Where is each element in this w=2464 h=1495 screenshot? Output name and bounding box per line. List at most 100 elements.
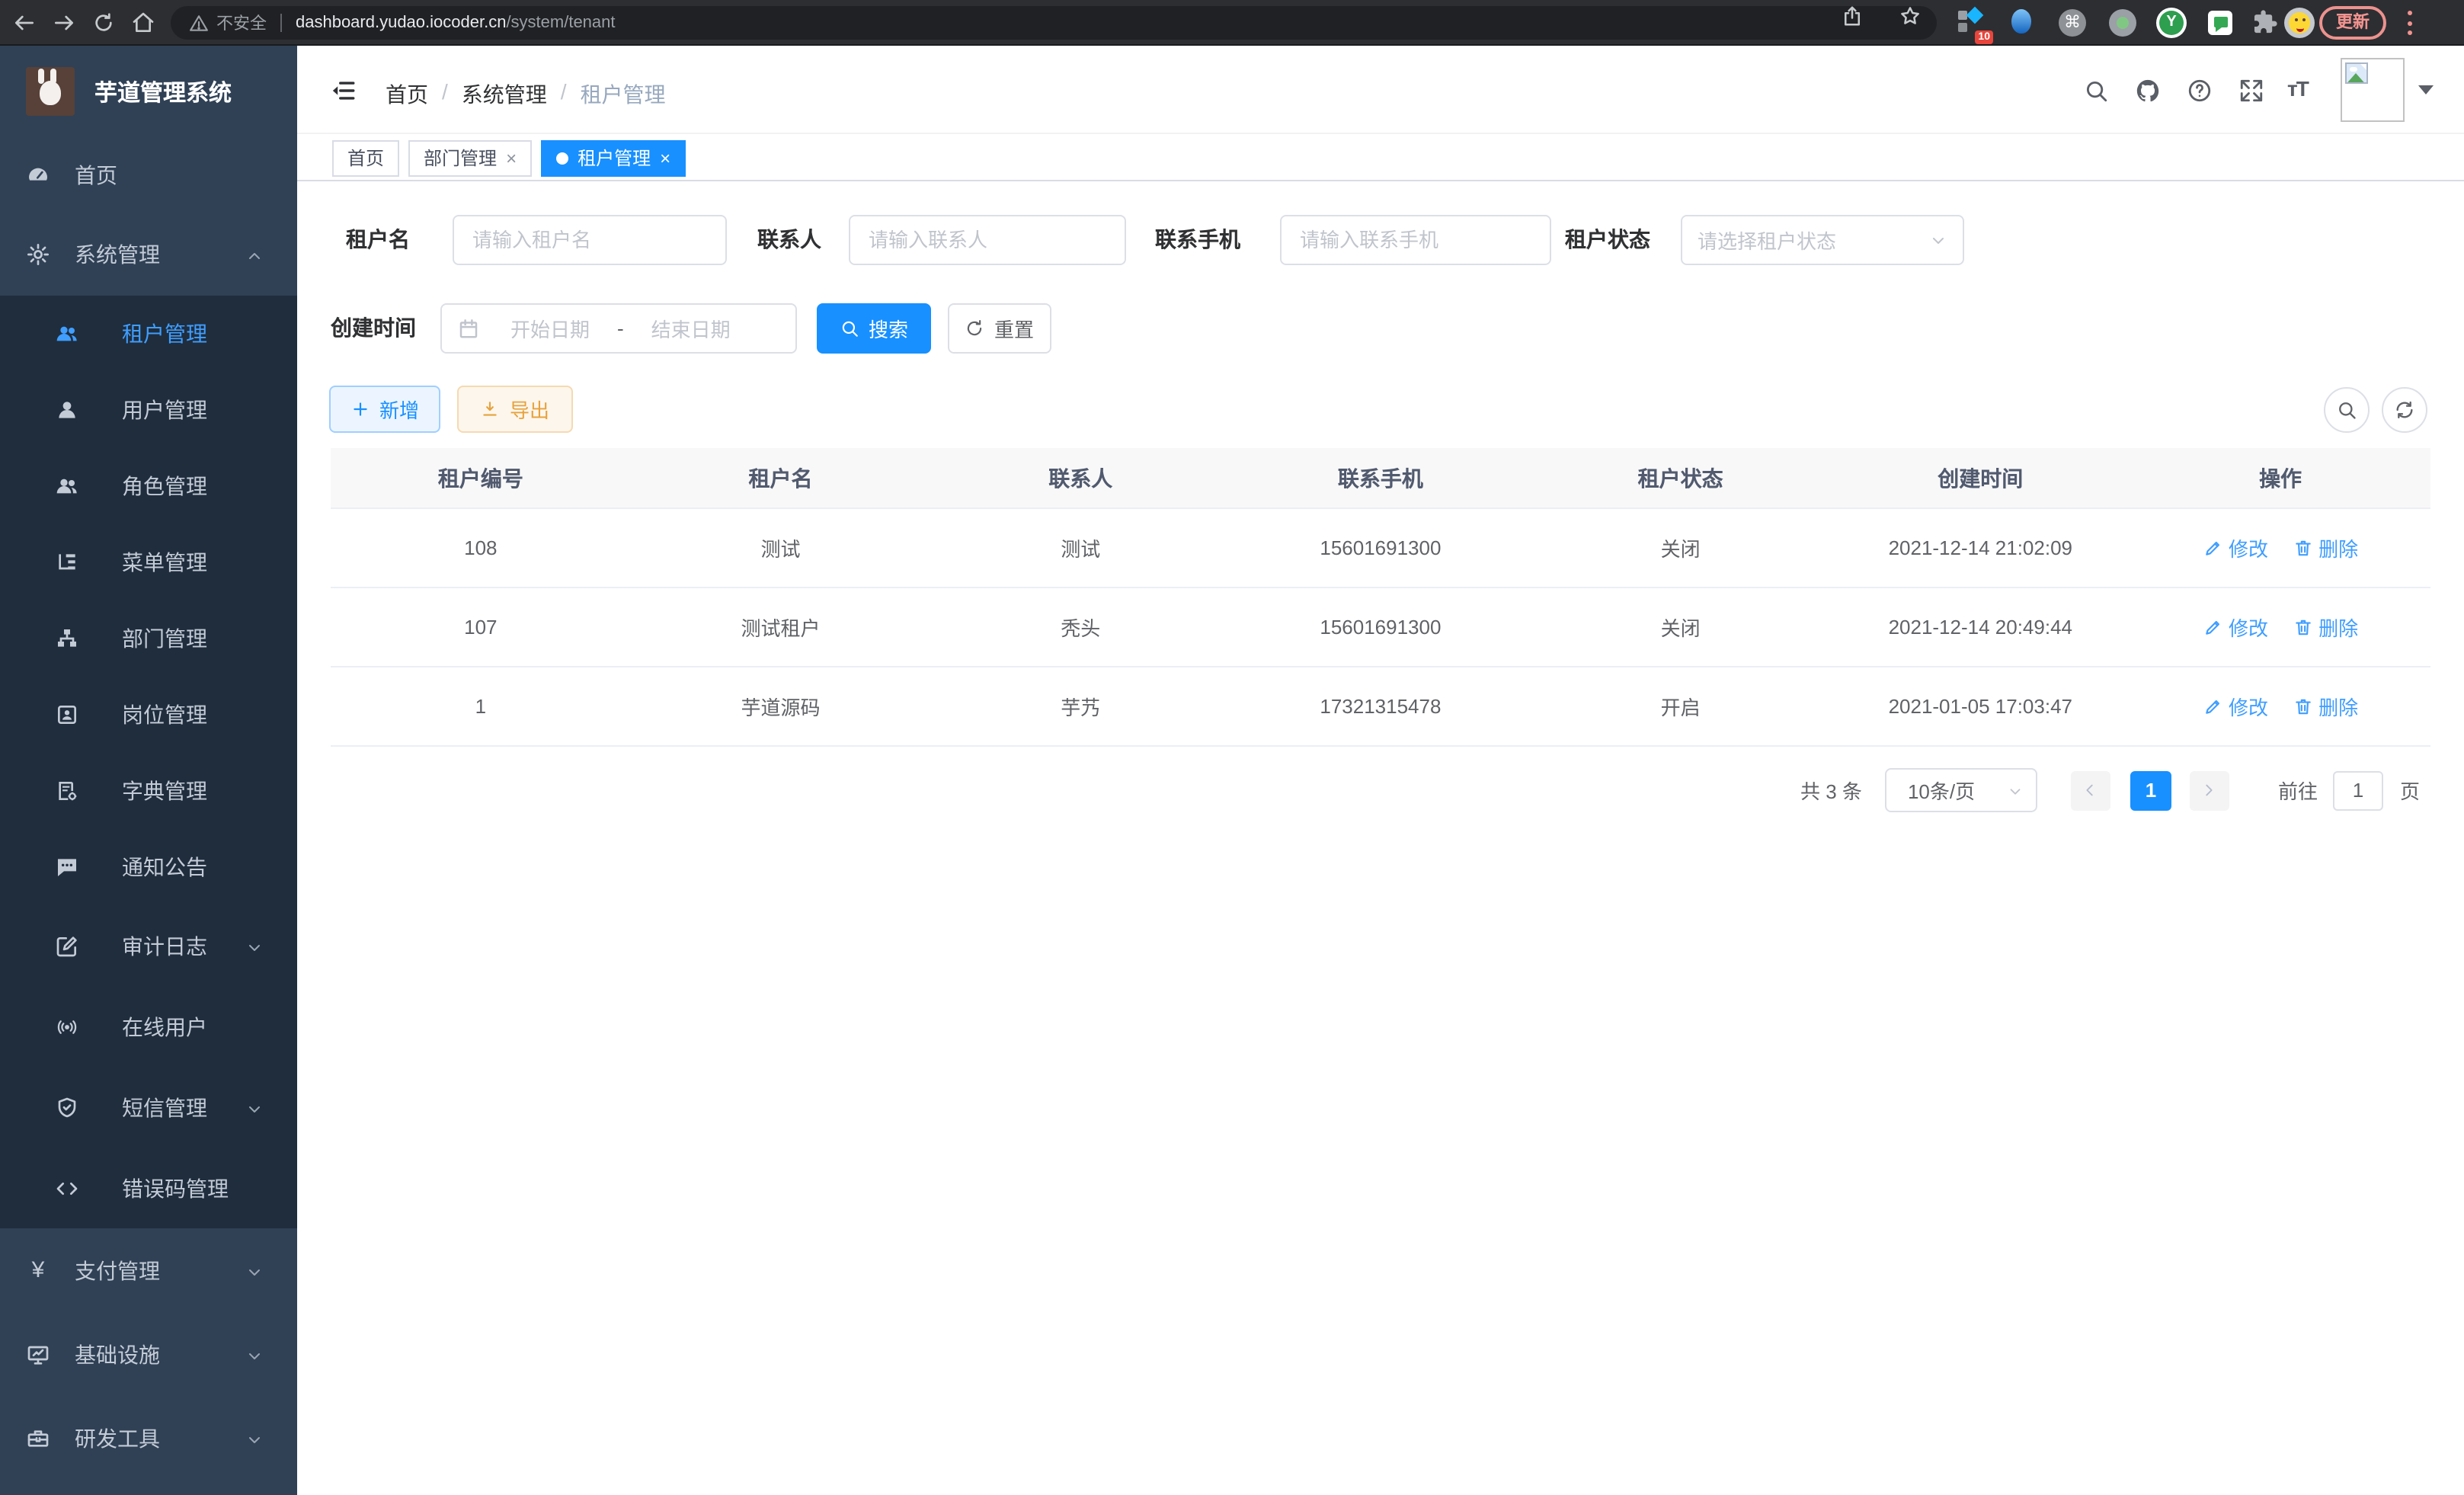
reset-button[interactable]: 重置 bbox=[948, 303, 1051, 354]
cell-mobile: 15601691300 bbox=[1230, 508, 1531, 587]
sidebar-item-notice[interactable]: 通知公告 bbox=[0, 829, 297, 905]
sidebar-item-user[interactable]: 用户管理 bbox=[0, 372, 297, 448]
share-icon[interactable] bbox=[1841, 5, 1864, 27]
contact-input[interactable] bbox=[849, 215, 1126, 265]
page-size-select[interactable]: 10条/页 bbox=[1885, 768, 2037, 812]
sidebar-item-online-users[interactable]: 在线用户 bbox=[0, 986, 297, 1067]
mobile-label: 联系手机 bbox=[1132, 215, 1240, 265]
extension-tampermonkey-icon[interactable]: 10 bbox=[1955, 8, 1986, 38]
mobile-input[interactable] bbox=[1280, 215, 1551, 265]
sidebar-item-dev-tools[interactable]: 研发工具 bbox=[0, 1396, 297, 1480]
chevron-down-icon bbox=[2007, 782, 2024, 799]
cell-tenant-name: 测试 bbox=[631, 508, 931, 587]
github-icon[interactable] bbox=[2135, 78, 2161, 104]
add-button-label: 新增 bbox=[379, 395, 419, 424]
sidebar-item-label: 租户管理 bbox=[122, 319, 207, 349]
refresh-button[interactable] bbox=[2382, 387, 2427, 433]
date-end-placeholder[interactable]: 结束日期 bbox=[630, 314, 752, 343]
extension-gray-green-icon[interactable] bbox=[2107, 8, 2138, 38]
sidebar-item-infrastructure[interactable]: 基础设施 bbox=[0, 1312, 297, 1396]
close-icon[interactable]: × bbox=[660, 149, 670, 168]
fullscreen-icon[interactable] bbox=[2238, 78, 2264, 104]
tab-tenant[interactable]: 租户管理× bbox=[541, 140, 686, 177]
date-start-placeholder[interactable]: 开始日期 bbox=[489, 314, 611, 343]
extension-badge: 10 bbox=[1975, 30, 1993, 44]
sidebar-item-label: 字典管理 bbox=[122, 776, 207, 806]
edit-link[interactable]: 修改 bbox=[2203, 613, 2268, 642]
table-row: 1 芋道源码 芋艿 17321315478 开启 2021-01-05 17:0… bbox=[331, 667, 2430, 746]
sidebar-item-menu[interactable]: 菜单管理 bbox=[0, 524, 297, 600]
goto-label: 前往 bbox=[2278, 776, 2318, 805]
sidebar-logo-row[interactable]: 芋道管理系统 bbox=[0, 46, 297, 137]
header-search-icon[interactable] bbox=[2083, 78, 2109, 104]
app-logo bbox=[26, 67, 75, 116]
avatar[interactable] bbox=[2341, 58, 2405, 122]
export-button[interactable]: 导出 bbox=[457, 386, 573, 433]
delete-link-label: 删除 bbox=[2318, 613, 2358, 642]
next-page-button[interactable] bbox=[2190, 770, 2229, 810]
delete-link[interactable]: 删除 bbox=[2293, 692, 2358, 721]
tab-home[interactable]: 首页 bbox=[332, 140, 399, 177]
sidebar-item-dict[interactable]: 字典管理 bbox=[0, 753, 297, 829]
toggle-search-button[interactable] bbox=[2324, 387, 2370, 433]
sidebar-item-label: 支付管理 bbox=[75, 1255, 160, 1285]
date-range-picker[interactable]: 开始日期 - 结束日期 bbox=[440, 303, 797, 354]
browser-menu-icon[interactable] bbox=[2408, 11, 2414, 35]
close-icon[interactable]: × bbox=[506, 149, 517, 168]
address-bar[interactable]: 不安全 dashboard.yudao.iocoder.cn/system/te… bbox=[171, 6, 1937, 40]
security-label[interactable]: 不安全 bbox=[216, 11, 267, 35]
prev-page-button[interactable] bbox=[2071, 770, 2110, 810]
breadcrumb-section[interactable]: 系统管理 bbox=[462, 79, 547, 110]
status-select[interactable]: 请选择租户状态 bbox=[1681, 215, 1964, 265]
edit-link[interactable]: 修改 bbox=[2203, 692, 2268, 721]
edit-link[interactable]: 修改 bbox=[2203, 533, 2268, 562]
roles-icon bbox=[55, 474, 79, 498]
browser-back-icon[interactable] bbox=[12, 11, 37, 35]
delete-link[interactable]: 删除 bbox=[2293, 613, 2358, 642]
browser-toolbar: 不安全 dashboard.yudao.iocoder.cn/system/te… bbox=[0, 0, 2464, 46]
broken-image-icon bbox=[2345, 62, 2368, 84]
extension-drop-icon[interactable] bbox=[2007, 8, 2037, 38]
sidebar-item-audit-log[interactable]: 审计日志 bbox=[0, 905, 297, 986]
sidebar-item-role[interactable]: 角色管理 bbox=[0, 448, 297, 524]
browser-forward-icon[interactable] bbox=[52, 11, 76, 35]
cell-tenant-name: 芋道源码 bbox=[631, 667, 931, 746]
breadcrumb-home[interactable]: 首页 bbox=[386, 79, 428, 110]
tab-dept[interactable]: 部门管理× bbox=[408, 140, 532, 177]
chevron-down-icon bbox=[245, 1429, 264, 1447]
page-size-value: 10条/页 bbox=[1908, 776, 1975, 805]
sidebar-item-error-code[interactable]: 错误码管理 bbox=[0, 1148, 297, 1228]
tenant-name-input[interactable] bbox=[453, 215, 727, 265]
pagination: 共 3 条 10条/页 1 前往 页 bbox=[1800, 768, 2420, 812]
edit-log-icon bbox=[55, 933, 79, 958]
extension-command-icon[interactable]: ⌘ bbox=[2057, 8, 2088, 38]
extension-chat-icon[interactable] bbox=[2206, 8, 2237, 38]
extension-y-icon[interactable]: Y bbox=[2156, 8, 2187, 38]
browser-home-icon[interactable] bbox=[131, 11, 155, 35]
sidebar-item-system[interactable]: 系统管理 bbox=[0, 213, 297, 296]
delete-link[interactable]: 删除 bbox=[2293, 533, 2358, 562]
sidebar-item-dept[interactable]: 部门管理 bbox=[0, 600, 297, 677]
bookmark-star-icon[interactable] bbox=[1899, 5, 1922, 27]
add-button[interactable]: 新增 bbox=[329, 386, 440, 433]
extension-emoji-icon[interactable] bbox=[2284, 8, 2315, 38]
delete-link-label: 删除 bbox=[2318, 692, 2358, 721]
avatar-caret-down-icon[interactable] bbox=[2418, 85, 2434, 94]
sidebar-item-sms[interactable]: 短信管理 bbox=[0, 1067, 297, 1148]
sidebar-item-home[interactable]: 首页 bbox=[0, 137, 297, 213]
current-page-button[interactable]: 1 bbox=[2130, 770, 2171, 810]
extensions-puzzle-icon[interactable] bbox=[2251, 8, 2281, 38]
breadcrumb-current: 租户管理 bbox=[581, 79, 666, 110]
help-icon[interactable] bbox=[2187, 78, 2213, 104]
font-size-icon[interactable]: тT bbox=[2287, 76, 2308, 101]
sidebar-item-payment[interactable]: ¥ 支付管理 bbox=[0, 1228, 297, 1312]
sidebar-collapse-icon[interactable] bbox=[331, 78, 357, 104]
search-button[interactable]: 搜索 bbox=[817, 303, 931, 354]
contact-label: 联系人 bbox=[748, 215, 821, 265]
browser-reload-icon[interactable] bbox=[91, 11, 116, 35]
sidebar-item-tenant[interactable]: 租户管理 bbox=[0, 296, 297, 372]
sidebar-item-post[interactable]: 岗位管理 bbox=[0, 677, 297, 753]
edit-link-label: 修改 bbox=[2229, 613, 2268, 642]
goto-page-input[interactable] bbox=[2333, 770, 2383, 810]
chrome-update-button[interactable]: 更新 bbox=[2319, 6, 2386, 40]
